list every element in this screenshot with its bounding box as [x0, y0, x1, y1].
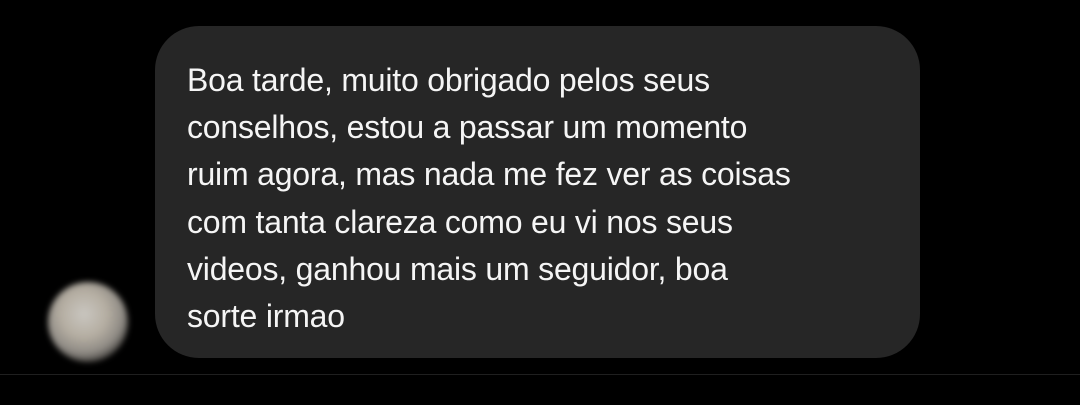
received-message-bubble[interactable]: Boa tarde, muito obrigado pelos seus con…	[155, 26, 920, 358]
bottom-bar	[0, 375, 1080, 405]
chat-thread: Boa tarde, muito obrigado pelos seus con…	[0, 0, 1080, 374]
sender-avatar[interactable]	[48, 282, 128, 362]
message-text: Boa tarde, muito obrigado pelos seus con…	[187, 62, 791, 335]
